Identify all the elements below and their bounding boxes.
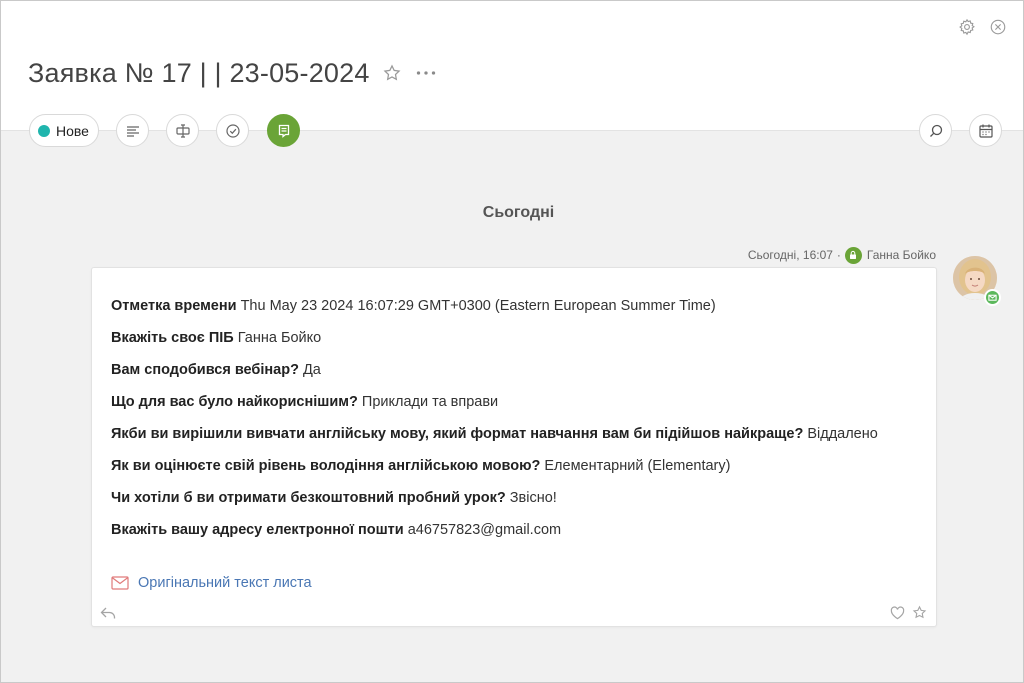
page-header: Заявка № 17 | | 23-05-2024	[1, 1, 1023, 131]
more-icon	[416, 71, 435, 75]
original-email-label: Оригінальний текст листа	[138, 575, 312, 591]
field-key: Вкажіть своє ПІБ	[111, 330, 234, 346]
field-key: Як ви оцінюєте свій рівень володіння анг…	[111, 458, 541, 474]
close-icon	[990, 19, 1006, 35]
meta-separator: ·	[836, 248, 841, 262]
field-value: Віддалено	[807, 426, 878, 442]
right-toolbar	[919, 114, 1005, 147]
original-email-link[interactable]: Оригінальний текст листа	[111, 575, 312, 591]
field-row: Якби ви вирішили вивчати англійську мову…	[111, 425, 926, 457]
message-author[interactable]: Ганна Бойко	[867, 248, 936, 262]
field-row: Що для вас було найкориснішим? Приклади …	[111, 393, 926, 425]
star-icon	[912, 605, 927, 619]
field-row: Як ви оцінюєте свій рівень володіння анг…	[111, 457, 926, 489]
more-button[interactable]	[416, 63, 438, 83]
lock-icon	[844, 246, 862, 264]
field-row: Чи хотіли б ви отримати безкоштовний про…	[111, 489, 926, 521]
message-time: Сьогодні, 16:07	[747, 248, 833, 262]
search-button[interactable]	[919, 114, 952, 147]
field-key: Вам сподобився вебінар?	[111, 362, 299, 378]
settings-button[interactable]	[957, 17, 977, 37]
fields-button[interactable]	[166, 114, 199, 147]
star-icon	[383, 64, 401, 81]
chat-icon	[278, 124, 289, 138]
reply-icon	[100, 607, 116, 619]
envelope-icon	[988, 294, 997, 301]
favorite-button[interactable]	[382, 63, 402, 83]
message-meta: Сьогодні, 16:07 · Ганна Бойко	[748, 246, 936, 264]
field-key: Вкажіть вашу адресу електронної пошти	[111, 522, 404, 538]
field-key: Отметка времени	[111, 298, 237, 314]
field-row: Вкажіть вашу адресу електронної пошти a4…	[111, 521, 926, 553]
envelope-icon	[111, 576, 129, 590]
list-icon	[126, 125, 139, 137]
check-circle-icon	[225, 123, 240, 138]
message-card: Отметка времени Thu May 23 2024 16:07:29…	[91, 267, 937, 627]
status-dropdown[interactable]: Нове	[29, 114, 99, 147]
email-source-badge	[984, 289, 1001, 306]
tasks-button[interactable]	[216, 114, 249, 147]
title-row: Заявка № 17 | | 23-05-2024	[28, 55, 438, 91]
field-row: Вкажіть своє ПІБ Ганна Бойко	[111, 329, 926, 361]
reply-button[interactable]	[100, 606, 116, 620]
gear-icon	[959, 18, 975, 36]
field-row: Вам сподобився вебінар? Да	[111, 361, 926, 393]
field-value: Да	[302, 362, 321, 378]
window: Заявка № 17 | | 23-05-2024 Нове Сьогодні…	[0, 0, 1024, 683]
field-value: Приклади та вправи	[361, 394, 499, 410]
close-button[interactable]	[988, 17, 1008, 37]
favorite-message-button[interactable]	[912, 605, 927, 620]
feed-button[interactable]	[267, 114, 300, 147]
day-divider: Сьогодні	[482, 204, 555, 221]
author-avatar-wrap	[953, 256, 1001, 306]
field-key: Що для вас було найкориснішим?	[111, 394, 358, 410]
field-value: a46757823@gmail.com	[407, 522, 562, 538]
page-title: Заявка № 17 | | 23-05-2024	[28, 57, 370, 88]
like-button[interactable]	[890, 606, 905, 620]
field-value: Елементарний (Elementary)	[544, 458, 731, 474]
field-value: Thu May 23 2024 16:07:29 GMT+0300 (Easte…	[240, 298, 716, 314]
message-fields: Отметка времени Thu May 23 2024 16:07:29…	[111, 297, 926, 553]
status-label: Нове	[56, 122, 89, 139]
details-button[interactable]	[116, 114, 149, 147]
heart-icon	[890, 606, 905, 620]
calendar-button[interactable]	[969, 114, 1002, 147]
field-key: Якби ви вирішили вивчати англійську мову…	[111, 426, 804, 442]
text-field-icon	[175, 123, 190, 138]
field-row: Отметка времени Thu May 23 2024 16:07:29…	[111, 297, 926, 329]
field-key: Чи хотіли б ви отримати безкоштовний про…	[111, 490, 506, 506]
field-value: Ганна Бойко	[237, 330, 322, 346]
field-value: Звісно!	[509, 490, 557, 506]
search-icon	[929, 124, 942, 137]
status-dot	[38, 124, 50, 137]
calendar-icon	[978, 124, 993, 138]
